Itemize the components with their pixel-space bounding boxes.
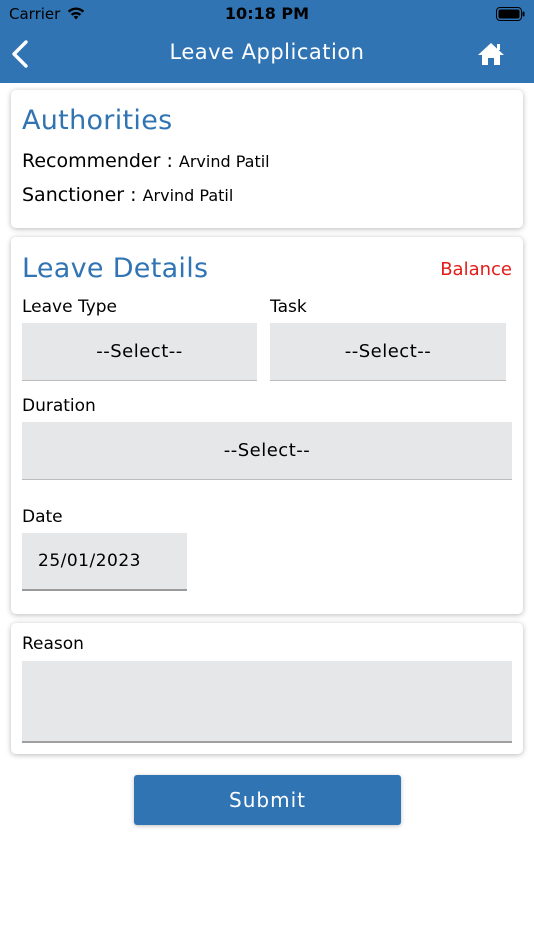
leave-type-value: --Select--: [96, 341, 183, 362]
task-select[interactable]: --Select--: [270, 323, 506, 381]
duration-select[interactable]: --Select--: [22, 422, 512, 480]
recommender-line: Recommender : Arvind Patil: [22, 150, 270, 172]
task-label: Task: [270, 297, 307, 317]
task-value: --Select--: [344, 341, 432, 362]
sanctioner-name: Arvind Patil: [142, 186, 234, 205]
leave-type-select[interactable]: --Select--: [22, 323, 257, 381]
status-bar: Carrier 10:18 PM: [0, 0, 534, 28]
sanctioner-line: Sanctioner : Arvind Patil: [22, 184, 233, 206]
reason-label: Reason: [22, 634, 84, 654]
authorities-card: Authorities Recommender : Arvind Patil S…: [11, 90, 523, 228]
reason-card: Reason: [11, 623, 523, 754]
balance-link[interactable]: Balance: [440, 259, 512, 280]
leave-details-card: Leave Details Balance Leave Type --Selec…: [11, 237, 523, 614]
status-time: 10:18 PM: [224, 4, 310, 23]
page-title: Leave Application: [169, 40, 365, 64]
authorities-title: Authorities: [22, 105, 173, 136]
date-label: Date: [22, 507, 63, 527]
app-header: Carrier 10:18 PM Leave Application: [0, 0, 534, 83]
leave-type-label: Leave Type: [22, 297, 118, 317]
sanctioner-label: Sanctioner :: [22, 184, 143, 206]
recommender-label: Recommender :: [22, 150, 179, 172]
duration-value: --Select--: [223, 440, 311, 461]
recommender-name: Arvind Patil: [178, 152, 270, 171]
date-value: 25/01/2023: [38, 551, 141, 571]
date-field[interactable]: 25/01/2023: [22, 533, 187, 591]
home-icon: [478, 43, 504, 65]
leave-details-title: Leave Details: [22, 253, 209, 284]
duration-label: Duration: [22, 396, 96, 416]
reason-input[interactable]: [22, 661, 512, 743]
battery-icon: [496, 7, 525, 21]
home-button[interactable]: [476, 40, 506, 68]
submit-button[interactable]: Submit: [134, 775, 401, 825]
